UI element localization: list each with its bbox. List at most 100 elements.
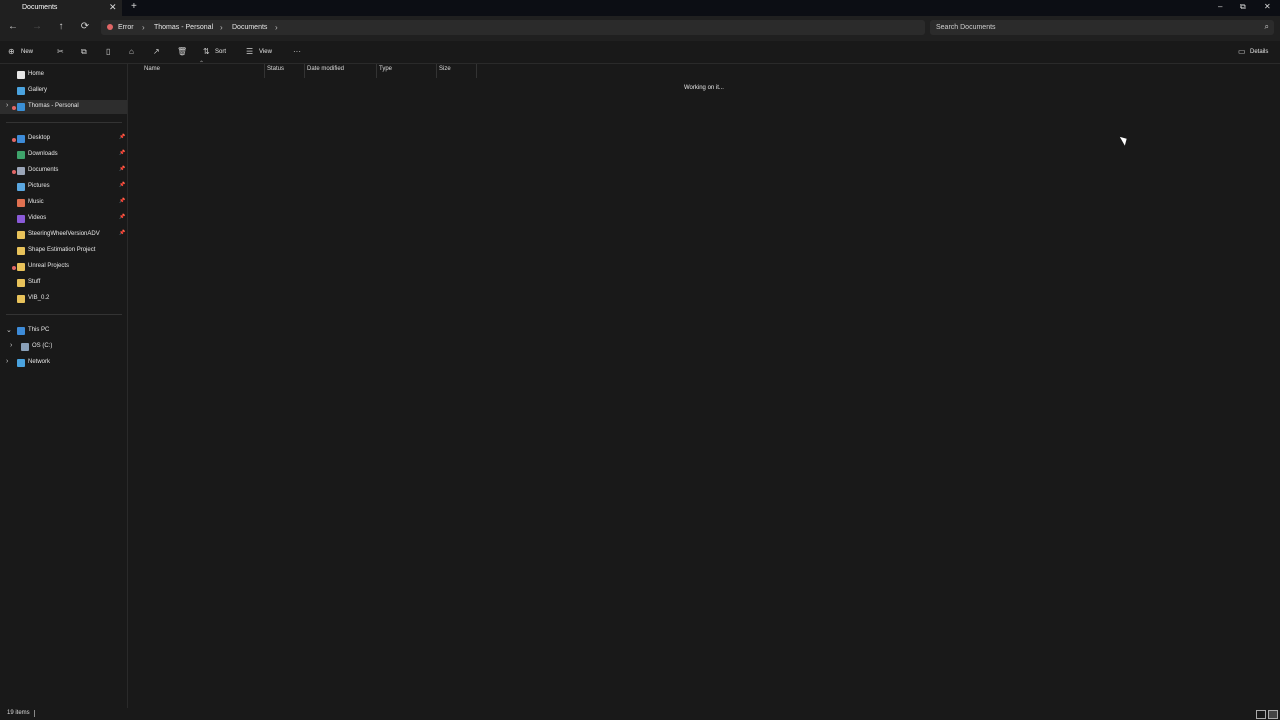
pictures-icon [17, 183, 25, 191]
sidebar-item-gallery[interactable]: Gallery [0, 84, 127, 98]
sidebar-item-home[interactable]: Home [0, 68, 127, 82]
new-icon[interactable]: ⊕ [8, 47, 15, 56]
pin-icon[interactable]: 📌 [119, 182, 125, 188]
cut-icon[interactable]: ✂ [57, 47, 64, 56]
column-header-size[interactable]: Size [439, 66, 451, 72]
forward-button[interactable]: → [30, 21, 44, 32]
new-tab-button[interactable]: + [131, 1, 137, 12]
column-header-date-modified[interactable]: Date modified [307, 66, 344, 72]
column-divider[interactable] [436, 64, 437, 78]
sync-error-icon [12, 266, 16, 270]
sidebar-item-network[interactable]: › Network [0, 356, 127, 370]
view-button[interactable]: View [259, 49, 272, 55]
breadcrumb-separator[interactable]: › [275, 23, 278, 32]
up-button[interactable]: ↑ [54, 21, 68, 32]
sort-ascending-icon: ⌃ [199, 61, 205, 67]
rename-icon[interactable]: ⌂ [129, 47, 134, 56]
status-divider [34, 710, 35, 717]
column-divider[interactable] [476, 64, 477, 78]
sidebar-item-vib-0-2[interactable]: VIB_0.2 [0, 292, 127, 306]
address-bar[interactable] [101, 20, 925, 35]
share-icon[interactable]: ↗ [153, 47, 160, 56]
details-button[interactable]: Details [1250, 49, 1268, 55]
loading-message: Working on it... [684, 85, 724, 91]
sidebar-item-unreal-projects[interactable]: Unreal Projects [0, 260, 127, 274]
videos-icon [17, 215, 25, 223]
pin-icon[interactable]: 📌 [119, 134, 125, 140]
sidebar-item-label: SteeringWheelVersionADV [28, 231, 100, 237]
tab-documents[interactable]: Documents ✕ [0, 0, 122, 16]
chevron-right-icon[interactable]: › [10, 342, 12, 349]
details-icon[interactable]: ▭ [1238, 47, 1246, 56]
column-divider[interactable] [304, 64, 305, 78]
search-input[interactable]: Search Documents ⌕ [930, 20, 1274, 35]
folder-icon [17, 295, 25, 303]
sidebar-item-label: Shape Estimation Project [28, 247, 96, 253]
chevron-down-icon[interactable]: ⌄ [6, 326, 12, 334]
breadcrumb-separator[interactable]: › [220, 23, 223, 32]
computer-icon [17, 327, 25, 335]
search-placeholder: Search Documents [936, 24, 996, 31]
desktop-icon [17, 135, 25, 143]
sidebar-item-videos[interactable]: Videos 📌 [0, 212, 127, 226]
restore-button[interactable]: ⧉ [1240, 2, 1246, 12]
column-divider[interactable] [264, 64, 265, 78]
sidebar-item-label: OS (C:) [32, 343, 53, 349]
delete-icon[interactable]: 🗑 [177, 47, 187, 56]
sidebar-item-label: Videos [28, 215, 47, 221]
sidebar-item-label: Gallery [28, 87, 48, 93]
chevron-right-icon[interactable]: › [6, 102, 8, 109]
view-icon[interactable]: ☰ [246, 47, 253, 56]
gallery-icon [17, 87, 25, 95]
copy-icon[interactable]: ⧉ [81, 47, 87, 57]
folder-icon [17, 279, 25, 287]
breadcrumb-item[interactable]: Thomas - Personal [154, 24, 213, 31]
breadcrumb-separator[interactable]: › [142, 23, 145, 32]
sidebar-item-label: Unreal Projects [28, 263, 70, 269]
pin-icon[interactable]: 📌 [119, 198, 125, 204]
column-divider[interactable] [376, 64, 377, 78]
paste-icon[interactable]: ▯ [106, 47, 110, 56]
folder-icon [17, 263, 25, 271]
more-options-button[interactable]: ··· [293, 47, 301, 56]
column-header-status[interactable]: Status [267, 66, 284, 72]
chevron-right-icon[interactable]: › [6, 358, 8, 365]
refresh-button[interactable]: ⟳ [78, 21, 92, 32]
pin-icon[interactable]: 📌 [119, 150, 125, 156]
sidebar-divider [6, 122, 122, 123]
sync-error-icon [12, 170, 16, 174]
error-icon [107, 24, 113, 30]
new-button[interactable]: New [21, 49, 33, 55]
sidebar-item-steeringwheelversionadv[interactable]: SteeringWheelVersionADV 📌 [0, 228, 127, 242]
search-icon[interactable]: ⌕ [1265, 22, 1269, 32]
sort-button[interactable]: Sort [215, 49, 226, 55]
sidebar-item-this-pc[interactable]: ⌄ This PC [0, 324, 127, 338]
pin-icon[interactable]: 📌 [119, 166, 125, 172]
back-button[interactable]: ← [6, 21, 20, 32]
sidebar-item-stuff[interactable]: Stuff [0, 276, 127, 290]
sidebar-item-os-c[interactable]: › OS (C:) [0, 340, 127, 354]
tab-title: Documents [22, 4, 58, 11]
tiles-view-icon[interactable] [1268, 710, 1278, 719]
sidebar-item-thomas-personal[interactable]: › Thomas - Personal [0, 100, 127, 114]
column-header-name[interactable]: Name [144, 66, 160, 72]
sort-icon[interactable]: ⇅ [203, 47, 210, 56]
sidebar-item-desktop[interactable]: Desktop 📌 [0, 132, 127, 146]
tab-close-icon[interactable]: ✕ [109, 2, 117, 13]
sidebar-item-shape-estimation-project[interactable]: Shape Estimation Project [0, 244, 127, 258]
close-window-button[interactable]: ✕ [1264, 2, 1271, 11]
sidebar-item-documents[interactable]: Documents 📌 [0, 164, 127, 178]
sidebar-item-label: Desktop [28, 135, 51, 141]
minimize-button[interactable]: – [1218, 2, 1222, 11]
breadcrumb-status[interactable]: Error [118, 24, 134, 31]
network-icon [17, 359, 25, 367]
sidebar-item-downloads[interactable]: Downloads 📌 [0, 148, 127, 162]
sidebar-item-pictures[interactable]: Pictures 📌 [0, 180, 127, 194]
column-header-type[interactable]: Type [379, 66, 392, 72]
details-view-icon[interactable] [1256, 710, 1266, 719]
sidebar-item-music[interactable]: Music 📌 [0, 196, 127, 210]
pin-icon[interactable]: 📌 [119, 214, 125, 220]
breadcrumb-item[interactable]: Documents [232, 24, 267, 31]
sidebar-item-label: Documents [28, 167, 59, 173]
pin-icon[interactable]: 📌 [119, 230, 125, 236]
